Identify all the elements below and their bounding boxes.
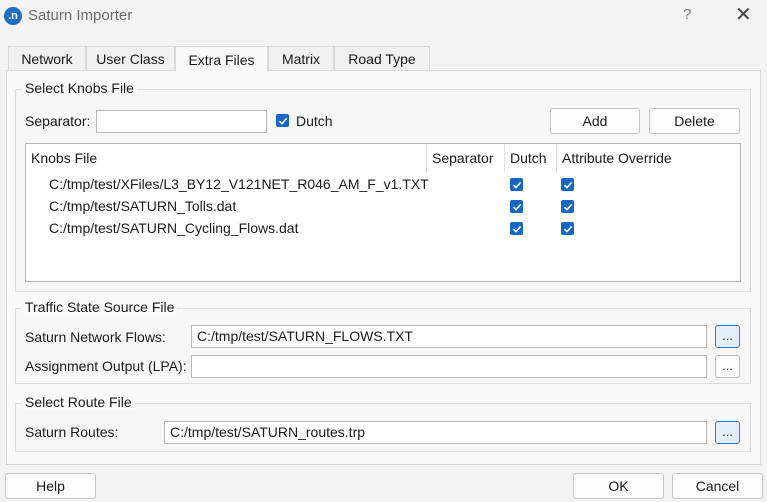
dutch-label: Dutch: [296, 113, 333, 129]
tab-user-class[interactable]: User Class: [86, 46, 175, 71]
title-bar: .n Saturn Importer ? ✕: [0, 0, 767, 34]
row-dutch-checkbox[interactable]: [510, 178, 523, 191]
dutch-checkbox[interactable]: [276, 114, 289, 127]
traffic-group-title: Traffic State Source File: [22, 299, 178, 315]
check-icon: [512, 225, 521, 233]
column-header-dutch[interactable]: Dutch: [505, 144, 557, 172]
column-header-knobs-file[interactable]: Knobs File: [26, 144, 427, 172]
delete-button[interactable]: Delete: [649, 108, 740, 134]
browse-assignment-button[interactable]: ...: [715, 355, 740, 378]
tab-network[interactable]: Network: [8, 46, 86, 71]
column-header-attribute-override[interactable]: Attribute Override: [557, 144, 740, 172]
network-flows-label: Saturn Network Flows:: [25, 329, 166, 345]
check-icon: [512, 181, 521, 189]
add-button[interactable]: Add: [550, 108, 640, 134]
separator-label: Separator:: [25, 113, 91, 129]
row-override-checkbox[interactable]: [561, 200, 574, 213]
tab-extra-files[interactable]: Extra Files: [175, 46, 268, 72]
help-icon[interactable]: ?: [683, 6, 691, 23]
row-override-checkbox[interactable]: [561, 222, 574, 235]
assignment-output-input[interactable]: [191, 355, 707, 378]
check-icon: [278, 117, 287, 125]
column-header-separator[interactable]: Separator: [427, 144, 505, 172]
close-icon[interactable]: ✕: [735, 2, 752, 27]
ok-button[interactable]: OK: [573, 473, 664, 499]
network-flows-input[interactable]: C:/tmp/test/SATURN_FLOWS.TXT: [191, 325, 707, 348]
cancel-button[interactable]: Cancel: [672, 473, 763, 499]
check-icon: [563, 181, 572, 189]
tab-road-type[interactable]: Road Type: [334, 46, 430, 71]
row-override-checkbox[interactable]: [561, 178, 574, 191]
table-row-file[interactable]: C:/tmp/test/SATURN_Cycling_Flows.dat: [49, 220, 298, 236]
row-dutch-checkbox[interactable]: [510, 222, 523, 235]
table-row-file[interactable]: C:/tmp/test/XFiles/L3_BY12_V121NET_R046_…: [49, 176, 429, 192]
assignment-output-label: Assignment Output (LPA):: [25, 358, 187, 374]
tab-matrix[interactable]: Matrix: [268, 46, 334, 71]
check-icon: [563, 203, 572, 211]
help-button[interactable]: Help: [5, 473, 96, 499]
row-dutch-checkbox[interactable]: [510, 200, 523, 213]
app-icon: .n: [4, 7, 22, 25]
knobs-group-title: Select Knobs File: [22, 80, 137, 96]
check-icon: [563, 225, 572, 233]
browse-network-flows-button[interactable]: ...: [715, 325, 740, 348]
route-group-title: Select Route File: [22, 394, 135, 410]
check-icon: [512, 203, 521, 211]
separator-input[interactable]: [96, 110, 267, 133]
window-title: Saturn Importer: [28, 7, 133, 24]
saturn-routes-input[interactable]: C:/tmp/test/SATURN_routes.trp: [164, 421, 707, 444]
browse-routes-button[interactable]: ...: [715, 421, 740, 444]
saturn-routes-label: Saturn Routes:: [25, 424, 119, 440]
knobs-table: Knobs File Separator Dutch Attribute Ove…: [25, 143, 741, 282]
table-row-file[interactable]: C:/tmp/test/SATURN_Tolls.dat: [49, 198, 236, 214]
